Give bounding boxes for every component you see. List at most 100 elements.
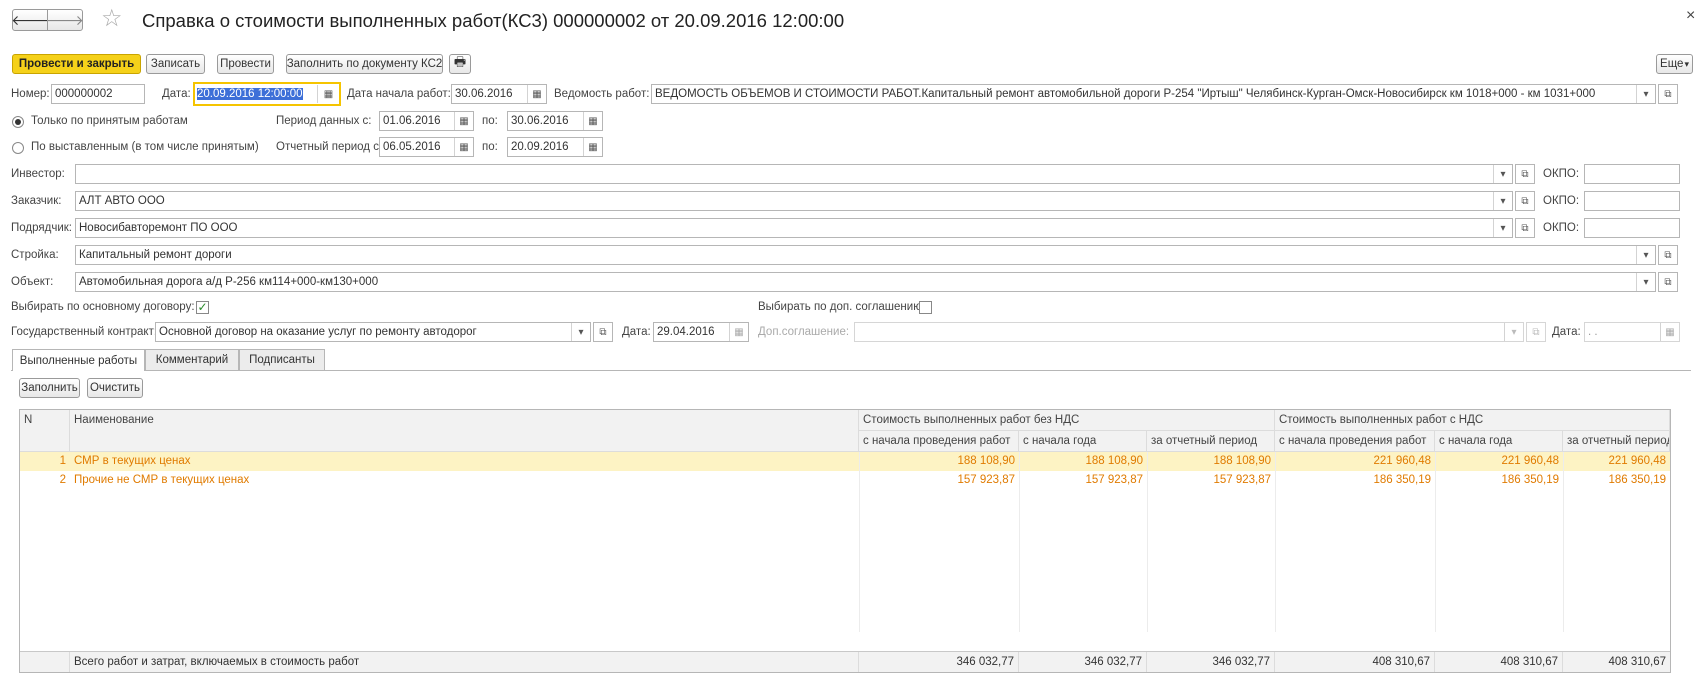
row-name: Прочие не СМР в текущих ценах bbox=[74, 474, 250, 486]
billed-label[interactable]: По выставленным (в том числе принятым) bbox=[31, 137, 259, 157]
col-header-vat-from-year[interactable]: с начала года bbox=[1435, 431, 1563, 452]
okpo-label: ОКПО: bbox=[1543, 168, 1580, 180]
contractor-field[interactable]: Новосибавторемонт ПО ООО ▾ bbox=[75, 218, 1513, 238]
open-icon[interactable]: ⧉ bbox=[1658, 84, 1678, 104]
works-table[interactable]: N Наименование Стоимость выполненных раб… bbox=[19, 409, 1671, 673]
calendar-icon[interactable]: ▦ bbox=[317, 85, 339, 103]
open-icon[interactable]: ⧉ bbox=[1658, 245, 1678, 265]
close-icon[interactable]: × bbox=[1686, 6, 1695, 26]
data-period-from-field[interactable]: 01.06.2016 ▦ bbox=[379, 111, 474, 131]
calendar-icon[interactable]: ▦ bbox=[527, 85, 546, 103]
footer-n bbox=[20, 652, 70, 672]
fill-by-ks2-button[interactable]: Заполнить по документу КС2 bbox=[286, 54, 443, 74]
customer-okpo-field[interactable] bbox=[1584, 191, 1680, 211]
report-period-to-field[interactable]: 20.09.2016 ▦ bbox=[507, 137, 603, 157]
col-header-period[interactable]: за отчетный период bbox=[1147, 431, 1275, 452]
dropdown-icon[interactable]: ▾ bbox=[1493, 219, 1512, 237]
more-button[interactable]: Еще ▾ bbox=[1656, 54, 1693, 74]
open-icon[interactable]: ⧉ bbox=[1515, 218, 1535, 238]
supplement-date-label: Дата: bbox=[1552, 326, 1581, 338]
dropdown-icon[interactable]: ▾ bbox=[1493, 192, 1512, 210]
data-period-to-field[interactable]: 30.06.2016 ▦ bbox=[507, 111, 603, 131]
date-field[interactable]: 20.09.2016 12:00:00 ▦ bbox=[193, 82, 341, 106]
row-value: 221 960,48 bbox=[1501, 455, 1559, 467]
tab-signatories[interactable]: Подписанты bbox=[239, 349, 325, 370]
post-and-close-button[interactable]: Провести и закрыть bbox=[12, 54, 141, 74]
statement-field[interactable]: ВЕДОМОСТЬ ОБЪЕМОВ И СТОИМОСТИ РАБОТ.Капи… bbox=[651, 84, 1656, 104]
by-main-contract-checkbox[interactable]: ✓ bbox=[196, 301, 209, 314]
customer-value: АЛТ АВТО ООО bbox=[79, 195, 165, 207]
investor-okpo-field[interactable] bbox=[1584, 164, 1680, 184]
more-label: Еще bbox=[1660, 58, 1684, 70]
page-title: Справка о стоимости выполненных работ(КС… bbox=[142, 10, 845, 31]
start-date-field[interactable]: 30.06.2016 ▦ bbox=[451, 84, 547, 104]
dropdown-icon[interactable]: ▾ bbox=[571, 323, 590, 341]
by-supplement-checkbox[interactable] bbox=[919, 301, 932, 314]
column-divider bbox=[859, 452, 860, 632]
print-button[interactable]: 🖶 bbox=[449, 54, 471, 74]
open-icon[interactable]: ⧉ bbox=[593, 322, 613, 342]
accepted-only-label[interactable]: Только по принятым работам bbox=[31, 111, 188, 131]
open-icon[interactable]: ⧉ bbox=[1658, 272, 1678, 292]
col-group-without-vat: Стоимость выполненных работ без НДС bbox=[859, 410, 1275, 431]
investor-field[interactable]: ▾ bbox=[75, 164, 1513, 184]
supplement-field[interactable]: ▾ bbox=[854, 322, 1524, 342]
favorite-star-icon[interactable]: ☆ bbox=[101, 5, 123, 33]
date-value: 20.09.2016 12:00:00 bbox=[197, 88, 303, 100]
col-header-vat-period[interactable]: за отчетный период bbox=[1563, 431, 1670, 452]
table-row[interactable]: 1 СМР в текущих ценах 188 108,90 188 108… bbox=[20, 452, 1670, 471]
row-value: 157 923,87 bbox=[957, 474, 1015, 486]
row-value: 221 960,48 bbox=[1373, 455, 1431, 467]
calendar-icon[interactable]: ▦ bbox=[1660, 323, 1679, 341]
tab-completed-works[interactable]: Выполненные работы bbox=[12, 349, 145, 371]
data-period-from-value: 01.06.2016 bbox=[383, 115, 441, 127]
col-header-from-start[interactable]: с начала проведения работ bbox=[859, 431, 1019, 452]
contract-date-field[interactable]: 29.04.2016 ▦ bbox=[653, 322, 749, 342]
accepted-only-radio[interactable] bbox=[12, 116, 24, 128]
calendar-icon[interactable]: ▦ bbox=[729, 323, 748, 341]
table-row[interactable]: 2 Прочие не СМР в текущих ценах 157 923,… bbox=[20, 471, 1670, 490]
calendar-icon[interactable]: ▦ bbox=[454, 112, 473, 130]
calendar-icon[interactable]: ▦ bbox=[454, 138, 473, 156]
footer-total: 408 310,67 bbox=[1275, 652, 1435, 672]
forward-button[interactable]: 🡒 bbox=[46, 9, 84, 31]
by-main-contract-label: Выбирать по основному договору: bbox=[11, 301, 195, 313]
gov-contract-field[interactable]: Основной договор на оказание услуг по ре… bbox=[155, 322, 591, 342]
customer-field[interactable]: АЛТ АВТО ООО ▾ bbox=[75, 191, 1513, 211]
open-icon[interactable]: ⧉ bbox=[1515, 191, 1535, 211]
object-field[interactable]: Автомобильная дорога а/д Р-256 км114+000… bbox=[75, 272, 1656, 292]
tab-comment[interactable]: Комментарий bbox=[145, 349, 239, 370]
chevron-down-icon: ▾ bbox=[1684, 58, 1689, 69]
col-header-from-year[interactable]: с начала года bbox=[1019, 431, 1147, 452]
col-header-name[interactable]: Наименование bbox=[70, 410, 859, 452]
report-period-from-field[interactable]: 06.05.2016 ▦ bbox=[379, 137, 474, 157]
back-button[interactable]: 🡐 bbox=[11, 9, 49, 31]
calendar-icon[interactable]: ▦ bbox=[583, 138, 602, 156]
row-value: 157 923,87 bbox=[1085, 474, 1143, 486]
dropdown-icon[interactable]: ▾ bbox=[1636, 246, 1655, 264]
report-period-to-value: 20.09.2016 bbox=[511, 141, 569, 153]
clear-button[interactable]: Очистить bbox=[87, 378, 143, 398]
col-header-n[interactable]: N bbox=[20, 410, 70, 452]
fill-button[interactable]: Заполнить bbox=[19, 378, 80, 398]
okpo-label: ОКПО: bbox=[1543, 195, 1580, 207]
open-icon[interactable]: ⧉ bbox=[1526, 322, 1546, 342]
save-button[interactable]: Записать bbox=[146, 54, 205, 74]
number-field[interactable]: 000000002 bbox=[51, 84, 145, 104]
dropdown-icon[interactable]: ▾ bbox=[1636, 273, 1655, 291]
billed-radio[interactable] bbox=[12, 142, 24, 154]
col-header-vat-from-start[interactable]: с начала проведения работ bbox=[1275, 431, 1435, 452]
post-button[interactable]: Провести bbox=[217, 54, 274, 74]
forward-arrow-icon: 🡒 bbox=[46, 11, 84, 28]
report-period-from-value: 06.05.2016 bbox=[383, 141, 441, 153]
row-value: 186 350,19 bbox=[1501, 474, 1559, 486]
supplement-date-field[interactable]: . . ▦ bbox=[1584, 322, 1680, 342]
dropdown-icon[interactable]: ▾ bbox=[1504, 323, 1523, 341]
dropdown-icon[interactable]: ▾ bbox=[1636, 85, 1655, 103]
contractor-okpo-field[interactable] bbox=[1584, 218, 1680, 238]
open-icon[interactable]: ⧉ bbox=[1515, 164, 1535, 184]
calendar-icon[interactable]: ▦ bbox=[583, 112, 602, 130]
dropdown-icon[interactable]: ▾ bbox=[1493, 165, 1512, 183]
start-date-label: Дата начала работ: bbox=[347, 88, 451, 100]
construction-field[interactable]: Капитальный ремонт дороги ▾ bbox=[75, 245, 1656, 265]
